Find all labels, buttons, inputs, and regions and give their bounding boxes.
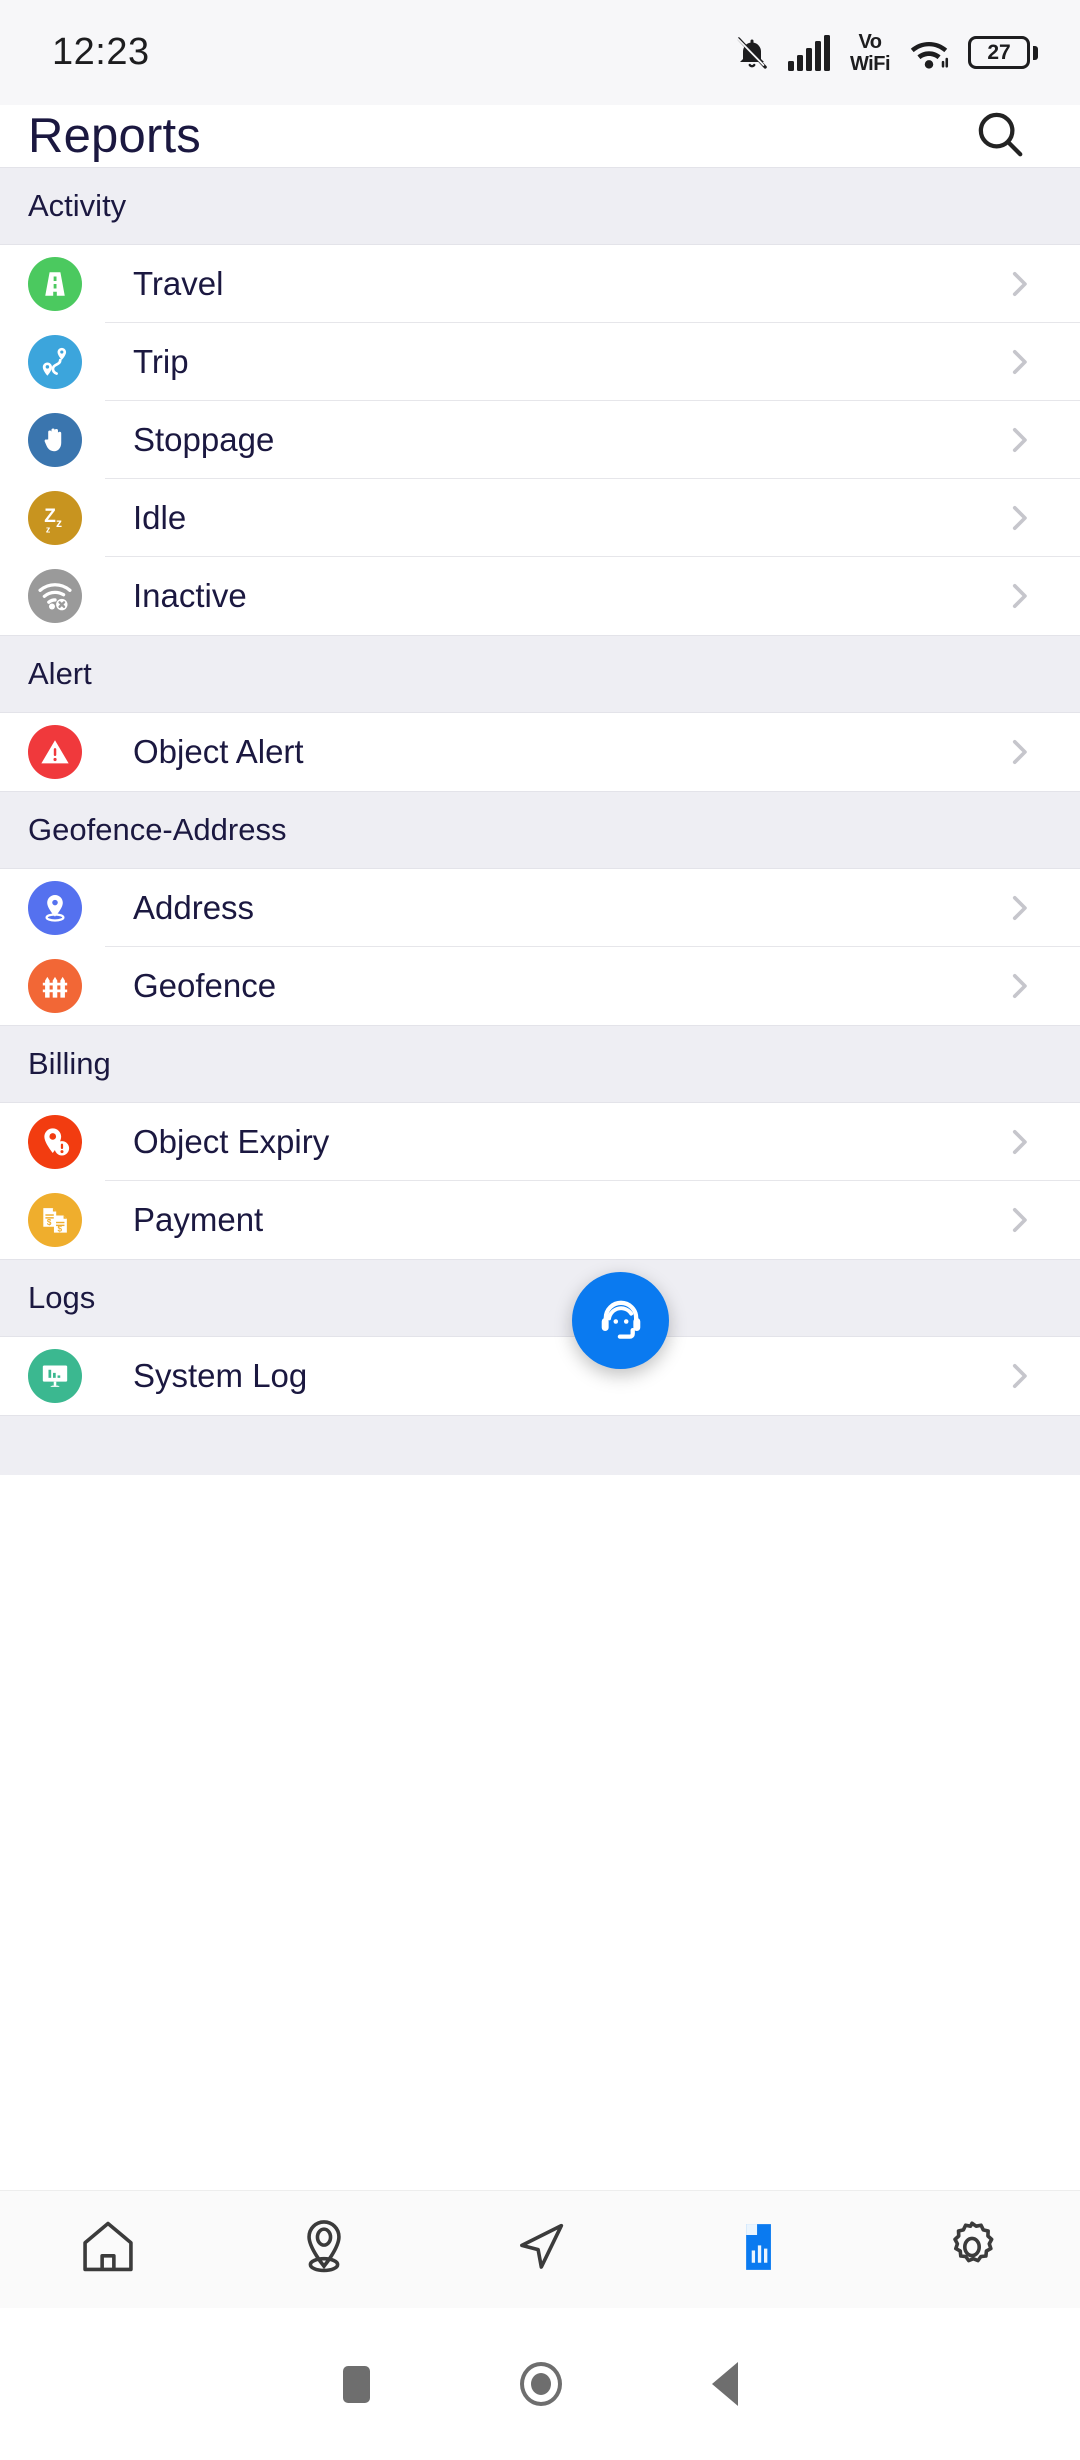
- section-header-label: Logs: [28, 1280, 96, 1315]
- list-item-geofence[interactable]: Geofence: [0, 947, 1080, 1025]
- chevron-right-icon: [1002, 579, 1036, 613]
- app-bar: Reports: [0, 105, 1080, 167]
- section-header-billing: Billing: [0, 1025, 1080, 1103]
- section-header-logs: Logs: [0, 1259, 1080, 1337]
- home-circle-icon[interactable]: [519, 2362, 562, 2406]
- list-item-label: Object Alert: [133, 733, 304, 770]
- list-item-trip[interactable]: Trip: [0, 323, 1080, 401]
- signal-bars-icon: [787, 34, 832, 71]
- fence-icon: [28, 959, 82, 1013]
- chevron-right-icon: [1002, 1203, 1036, 1237]
- section-header-label: Billing: [28, 1046, 111, 1081]
- list-item-label: Object Expiry: [133, 1123, 330, 1160]
- battery-icon: 27: [968, 36, 1038, 69]
- list-item-system-log[interactable]: System Log: [0, 1337, 1080, 1415]
- section-header-label: Activity: [28, 188, 127, 223]
- status-bar: 12:23 Vo WiFi 27: [0, 0, 1080, 105]
- list-item-address[interactable]: Address: [0, 869, 1080, 947]
- bottom-navigation-bar: [0, 2190, 1080, 2308]
- gear-icon: [940, 2215, 1004, 2284]
- chevron-right-icon: [1002, 735, 1036, 769]
- nav-item-navigation[interactable]: [432, 2191, 648, 2309]
- hand-stop-icon: [28, 413, 82, 467]
- list-item-stoppage[interactable]: Stoppage: [0, 401, 1080, 479]
- vowifi-icon: Vo WiFi: [849, 30, 891, 75]
- vowifi-bottom-label: WiFi: [849, 52, 891, 75]
- warning-triangle-icon: [28, 725, 82, 779]
- svg-text:$: $: [58, 1224, 63, 1233]
- section-header-alert: Alert: [0, 635, 1080, 713]
- section-header-geofence-address: Geofence-Address: [0, 791, 1080, 869]
- list-item-object-alert[interactable]: Object Alert: [0, 713, 1080, 791]
- list-item-payment[interactable]: $ $ Payment: [0, 1181, 1080, 1259]
- app-screen: 12:23 Vo WiFi 27 Reports Activity Travel…: [0, 0, 1080, 2460]
- wifi-icon: [908, 36, 950, 70]
- list-item-label: Stoppage: [133, 421, 275, 458]
- search-icon: [973, 107, 1027, 166]
- list-item-label: Address: [133, 889, 255, 926]
- back-triangle-icon[interactable]: [711, 2362, 738, 2406]
- list-item-label: Trip: [133, 343, 189, 380]
- navigation-arrow-icon: [508, 2215, 572, 2284]
- nav-item-settings[interactable]: [864, 2191, 1080, 2309]
- android-system-nav: [0, 2308, 1080, 2460]
- section-header-activity: Activity: [0, 167, 1080, 245]
- sleep-zzz-icon: Zzz: [28, 491, 82, 545]
- support-fab-button[interactable]: [572, 1272, 669, 1369]
- nav-item-location[interactable]: [216, 2191, 432, 2309]
- wifi-off-icon: [28, 569, 82, 623]
- reports-list: Activity Travel Trip Stoppage Zz z Idle Inactiv…: [0, 167, 1080, 2190]
- svg-text:z: z: [56, 516, 62, 530]
- section-header-label: Geofence-Address: [28, 812, 287, 847]
- route-pins-icon: [28, 335, 82, 389]
- list-item-label: Geofence: [133, 967, 277, 1004]
- location-pin-icon: [292, 2215, 356, 2284]
- chevron-right-icon: [1002, 267, 1036, 301]
- page-title: Reports: [28, 109, 201, 163]
- recents-square-icon[interactable]: [342, 2365, 370, 2403]
- svg-text:z: z: [46, 525, 51, 535]
- vowifi-top-label: Vo: [858, 30, 882, 53]
- report-chart-icon: [724, 2215, 788, 2284]
- pin-alert-icon: [28, 1115, 82, 1169]
- map-pin-icon: [28, 881, 82, 935]
- nav-item-home[interactable]: [0, 2191, 216, 2309]
- battery-level-label: 27: [987, 40, 1011, 64]
- road-icon: [28, 257, 82, 311]
- list-item-label: Payment: [133, 1201, 264, 1238]
- list-item-label: Travel: [133, 265, 224, 302]
- list-item-label: Idle: [133, 499, 187, 536]
- list-item-label: Inactive: [133, 577, 247, 614]
- monitor-chart-icon: [28, 1349, 82, 1403]
- bell-muted-icon: [734, 34, 770, 72]
- chevron-right-icon: [1002, 1359, 1036, 1393]
- home-icon: [76, 2215, 140, 2284]
- nav-item-reports[interactable]: [648, 2191, 864, 2309]
- list-item-travel[interactable]: Travel: [0, 245, 1080, 323]
- section-header-label: Alert: [28, 656, 92, 691]
- chevron-right-icon: [1002, 891, 1036, 925]
- status-time: 12:23: [52, 31, 150, 73]
- chevron-right-icon: [1002, 969, 1036, 1003]
- list-item-idle[interactable]: Zz z Idle: [0, 479, 1080, 557]
- chevron-right-icon: [1002, 1125, 1036, 1159]
- list-item-object-expiry[interactable]: Object Expiry: [0, 1103, 1080, 1181]
- svg-text:$: $: [47, 1218, 52, 1227]
- list-bottom-filler: [0, 1415, 1080, 1475]
- chevron-right-icon: [1002, 501, 1036, 535]
- list-item-label: System Log: [133, 1357, 308, 1394]
- search-button[interactable]: [964, 100, 1036, 172]
- support-headset-icon: [595, 1292, 647, 1349]
- status-icon-group: Vo WiFi 27: [734, 32, 1038, 74]
- invoice-icon: $ $: [28, 1193, 82, 1247]
- list-item-inactive[interactable]: Inactive: [0, 557, 1080, 635]
- chevron-right-icon: [1002, 345, 1036, 379]
- chevron-right-icon: [1002, 423, 1036, 457]
